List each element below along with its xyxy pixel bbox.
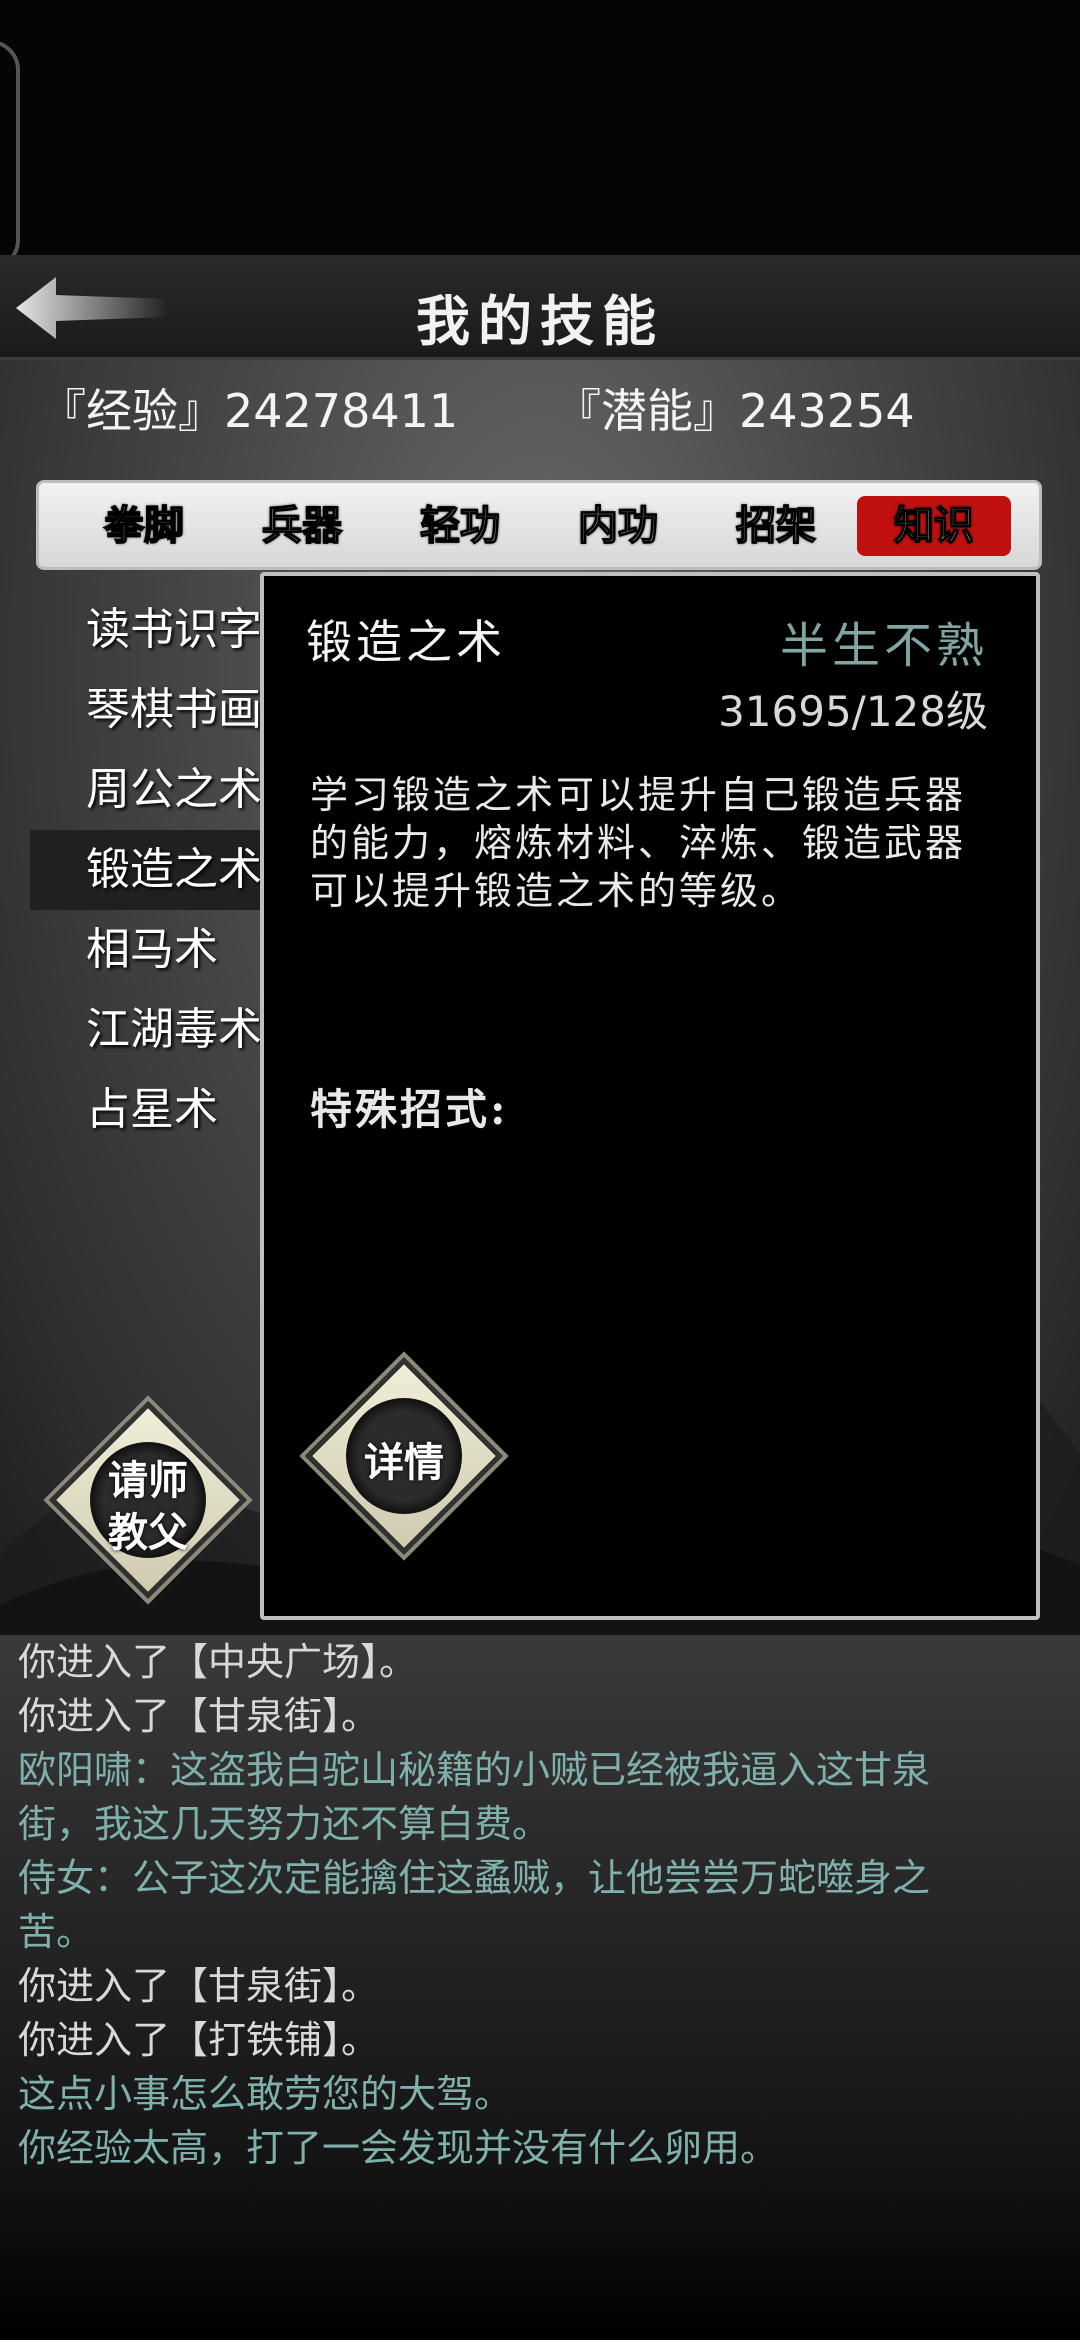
log-line: 你进入了【中央广场】。 [18, 1640, 418, 1684]
skill-name: 锻造之术 [306, 615, 506, 669]
details-label: 详情 [364, 1440, 444, 1486]
status-area [0, 0, 1080, 270]
potential-value: 『潜能』243254 [555, 384, 915, 438]
ask-teacher-button[interactable]: 请师 教父 [48, 1400, 248, 1600]
stats-row: 『经验』24278411 『潜能』243254 [40, 375, 1060, 445]
skill-item-selected[interactable]: 锻造之术 [30, 830, 270, 910]
details-button[interactable]: 详情 [304, 1356, 504, 1556]
page-title: 我的技能 [416, 289, 664, 353]
skill-item[interactable]: 相马术 [30, 910, 270, 990]
corner-decoration [0, 40, 20, 270]
log-line: 你进入了【甘泉街】。 [18, 1694, 380, 1738]
skill-item[interactable]: 周公之术 [30, 750, 270, 830]
log-line: 侍女：公子这次定能擒住这蟊贼，让他尝尝万蛇噬身之 [18, 1856, 931, 1900]
log-line: 欧阳啸：这盗我白驼山秘籍的小贼已经被我逼入这甘泉 [18, 1748, 931, 1792]
tab-weapon[interactable]: 兵器 [225, 496, 379, 556]
log-line: 苦。 [18, 1910, 95, 1954]
skill-detail-panel: 锻造之术 半生不熟 31695/128级 学习锻造之术可以提升自己锻造兵器的能力… [260, 572, 1040, 1620]
skill-item[interactable]: 琴棋书画 [30, 670, 270, 750]
skill-item[interactable]: 江湖毒术 [30, 990, 270, 1070]
tab-knowledge[interactable]: 知识 [857, 496, 1011, 556]
log-line: 你经验太高，打了一会发现并没有什么卵用。 [18, 2126, 779, 2170]
log-line: 你进入了【打铁铺】。 [18, 2018, 380, 2062]
tab-fist[interactable]: 拳脚 [67, 496, 221, 556]
header-bar: 我的技能 [0, 255, 1080, 360]
skill-item[interactable]: 占星术 [30, 1070, 270, 1150]
tab-parry[interactable]: 招架 [699, 496, 853, 556]
skill-description: 学习锻造之术可以提升自己锻造兵器的能力，熔炼材料、淬炼、锻造武器可以提升锻造之术… [310, 773, 967, 913]
message-log: 你进入了【中央广场】。 你进入了【甘泉街】。 欧阳啸：这盗我白驼山秘籍的小贼已经… [0, 1635, 1080, 2340]
skill-category-tabs: 拳脚 兵器 轻功 内功 招架 知识 [36, 480, 1042, 570]
skill-rank: 半生不熟 [779, 618, 988, 674]
ask-teacher-label-2: 教父 [108, 1510, 188, 1556]
skill-item[interactable]: 读书识字 [30, 590, 270, 670]
tab-inner-power[interactable]: 内功 [541, 496, 695, 556]
skill-level: 31695/128级 [718, 687, 988, 736]
experience-value: 『经验』24278411 [40, 384, 459, 438]
log-line: 这点小事怎么敢劳您的大驾。 [18, 2072, 513, 2116]
log-line: 街，我这几天努力还不算白费。 [18, 1802, 551, 1846]
log-line: 你进入了【甘泉街】。 [18, 1964, 380, 2008]
tab-lightness[interactable]: 轻功 [383, 496, 537, 556]
skill-list: 读书识字 琴棋书画 周公之术 锻造之术 相马术 江湖毒术 占星术 [30, 590, 270, 1150]
special-moves-label: 特殊招式: [310, 1085, 509, 1134]
ask-teacher-label-1: 请师 [108, 1458, 188, 1504]
